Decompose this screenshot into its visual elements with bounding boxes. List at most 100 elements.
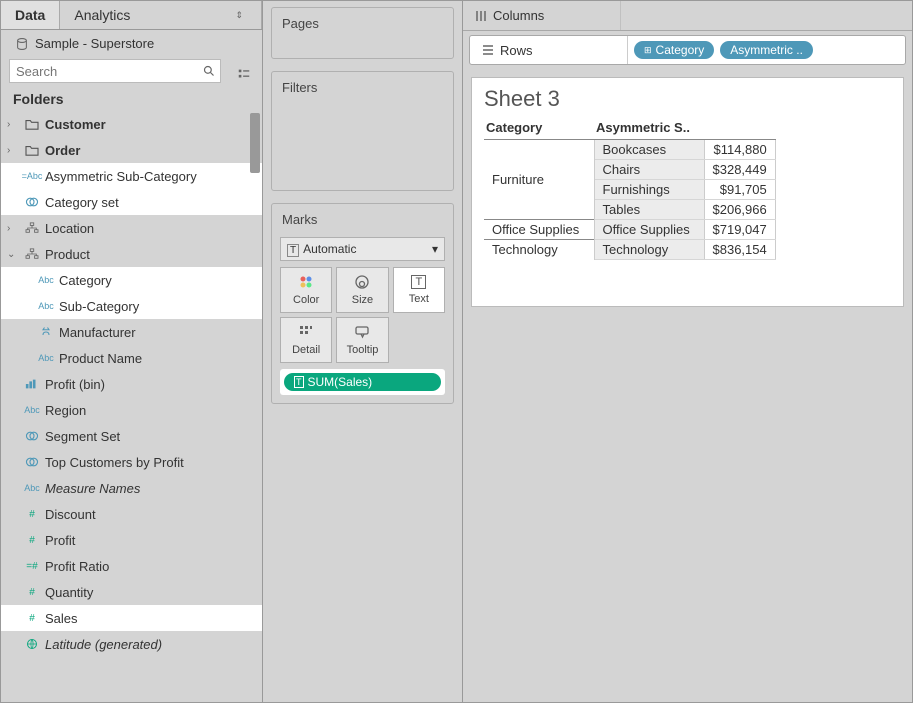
field-asymmetric-subcategory[interactable]: =Abc Asymmetric Sub-Category bbox=[1, 163, 262, 189]
text-mark-icon: T bbox=[287, 244, 299, 257]
scrollbar-thumb[interactable] bbox=[250, 113, 260, 173]
row-header-office[interactable]: Office Supplies bbox=[484, 220, 594, 240]
row-sub-furnishings[interactable]: Furnishings bbox=[594, 180, 704, 200]
row-sub-chairs[interactable]: Chairs bbox=[594, 160, 704, 180]
field-top-customers[interactable]: Top Customers by Profit bbox=[1, 449, 262, 475]
field-latitude[interactable]: Latitude (generated) bbox=[1, 631, 262, 657]
folder-icon bbox=[23, 118, 41, 130]
search-icon[interactable] bbox=[198, 60, 220, 82]
chevron-right-icon: › bbox=[7, 119, 19, 130]
field-sub-category[interactable]: Abc Sub-Category bbox=[1, 293, 262, 319]
field-profit[interactable]: # Profit bbox=[1, 527, 262, 553]
number-icon: # bbox=[23, 587, 41, 598]
cell-chairs[interactable]: $328,449 bbox=[704, 160, 775, 180]
cell-bookcases[interactable]: $114,880 bbox=[704, 140, 775, 160]
field-segment-set[interactable]: Segment Set bbox=[1, 423, 262, 449]
left-tabs: Data Analytics ⇕ bbox=[1, 1, 262, 30]
abc-icon: Abc bbox=[23, 405, 41, 415]
set-icon bbox=[23, 456, 41, 468]
mark-card-color[interactable]: Color bbox=[280, 267, 332, 313]
data-table: Category Asymmetric S.. Furniture Bookca… bbox=[484, 118, 776, 260]
tab-analytics[interactable]: Analytics ⇕ bbox=[60, 1, 262, 29]
field-sales[interactable]: # Sales bbox=[1, 605, 262, 631]
pill-asymmetric[interactable]: Asymmetric .. bbox=[720, 41, 813, 59]
pill-category[interactable]: ⊞ Category bbox=[634, 41, 714, 59]
field-category-set[interactable]: Category set bbox=[1, 189, 262, 215]
rows-icon bbox=[482, 44, 494, 56]
search-row bbox=[9, 59, 221, 83]
chevron-down-icon: ▾ bbox=[432, 242, 438, 256]
columns-shelf[interactable]: Columns bbox=[463, 1, 912, 31]
row-sub-tables[interactable]: Tables bbox=[594, 200, 704, 220]
mark-card-text-label: Text bbox=[409, 293, 429, 305]
datasource-name: Sample - Superstore bbox=[35, 36, 154, 51]
row-sub-office[interactable]: Office Supplies bbox=[594, 220, 704, 240]
sheet-title[interactable]: Sheet 3 bbox=[484, 86, 891, 112]
pill-sum-sales-label: SUM(Sales) bbox=[308, 375, 373, 389]
hierarchy-icon bbox=[23, 248, 41, 260]
viz-area: Sheet 3 Category Asymmetric S.. Furnitur… bbox=[463, 69, 912, 702]
field-quantity[interactable]: # Quantity bbox=[1, 579, 262, 605]
pages-shelf[interactable]: Pages bbox=[271, 7, 454, 59]
row-header-tech[interactable]: Technology bbox=[484, 240, 594, 260]
filters-shelf[interactable]: Filters bbox=[271, 71, 454, 191]
field-region[interactable]: Abc Region bbox=[1, 397, 262, 423]
pill-category-label: Category bbox=[656, 43, 705, 57]
abc-icon: Abc bbox=[37, 275, 55, 285]
viz-pane: Columns Rows ⊞ Category Asymmetric .. Sh… bbox=[463, 1, 912, 702]
tooltip-icon bbox=[354, 324, 370, 340]
hierarchy-plus-icon: ⊞ bbox=[644, 45, 652, 56]
number-icon: # bbox=[23, 509, 41, 520]
mark-card-detail[interactable]: Detail bbox=[280, 317, 332, 363]
folders-heading: Folders bbox=[1, 89, 262, 111]
field-category[interactable]: Abc Category bbox=[1, 267, 262, 293]
rows-label: Rows bbox=[500, 43, 533, 58]
chevron-down-icon: ⌄ bbox=[7, 249, 19, 260]
mark-type-select[interactable]: TAutomatic ▾ bbox=[280, 237, 445, 261]
tab-resize-icon[interactable]: ⇕ bbox=[235, 10, 243, 21]
cell-office[interactable]: $719,047 bbox=[704, 220, 775, 240]
cell-furnishings[interactable]: $91,705 bbox=[704, 180, 775, 200]
pill-asymmetric-label: Asymmetric .. bbox=[730, 43, 803, 57]
field-manufacturer[interactable]: Manufacturer bbox=[1, 319, 262, 345]
mark-card-color-label: Color bbox=[293, 294, 319, 306]
marks-title: Marks bbox=[272, 204, 453, 233]
mark-card-text[interactable]: T Text bbox=[393, 267, 445, 313]
viz-canvas[interactable]: Sheet 3 Category Asymmetric S.. Furnitur… bbox=[471, 77, 904, 307]
set-icon bbox=[23, 196, 41, 208]
columns-icon bbox=[475, 10, 487, 22]
col-header-category[interactable]: Category bbox=[484, 118, 594, 140]
text-mark-icon: T bbox=[294, 376, 304, 388]
mark-card-size[interactable]: Size bbox=[336, 267, 388, 313]
globe-icon bbox=[23, 638, 41, 650]
pages-shelf-title: Pages bbox=[272, 8, 453, 37]
folder-product[interactable]: ⌄ Product bbox=[1, 241, 262, 267]
view-toggle[interactable] bbox=[237, 67, 251, 81]
col-header-sub[interactable]: Asymmetric S.. bbox=[594, 118, 704, 140]
chevron-right-icon: › bbox=[7, 145, 19, 156]
columns-label: Columns bbox=[493, 8, 544, 23]
field-profit-bin[interactable]: Profit (bin) bbox=[1, 371, 262, 397]
field-measure-names[interactable]: Abc Measure Names bbox=[1, 475, 262, 501]
field-discount[interactable]: # Discount bbox=[1, 501, 262, 527]
row-sub-tech[interactable]: Technology bbox=[594, 240, 704, 260]
pill-sum-sales[interactable]: T SUM(Sales) bbox=[284, 373, 441, 391]
abc-icon: Abc bbox=[23, 483, 41, 493]
folder-customer[interactable]: › Customer bbox=[1, 111, 262, 137]
folder-order[interactable]: › Order bbox=[1, 137, 262, 163]
search-input[interactable] bbox=[10, 62, 198, 81]
abc-icon: Abc bbox=[37, 301, 55, 311]
row-header-furniture[interactable]: Furniture bbox=[484, 140, 594, 220]
row-sub-bookcases[interactable]: Bookcases bbox=[594, 140, 704, 160]
folder-location[interactable]: › Location bbox=[1, 215, 262, 241]
cell-tech[interactable]: $836,154 bbox=[704, 240, 775, 260]
tab-data[interactable]: Data bbox=[1, 1, 60, 29]
hierarchy-icon bbox=[23, 222, 41, 234]
field-profit-ratio[interactable]: =# Profit Ratio bbox=[1, 553, 262, 579]
datasource-row[interactable]: Sample - Superstore bbox=[1, 30, 262, 59]
rows-shelf[interactable]: Rows ⊞ Category Asymmetric .. bbox=[469, 35, 906, 65]
field-product-name[interactable]: Abc Product Name bbox=[1, 345, 262, 371]
cell-tables[interactable]: $206,966 bbox=[704, 200, 775, 220]
folder-icon bbox=[23, 144, 41, 156]
mark-card-tooltip[interactable]: Tooltip bbox=[336, 317, 388, 363]
